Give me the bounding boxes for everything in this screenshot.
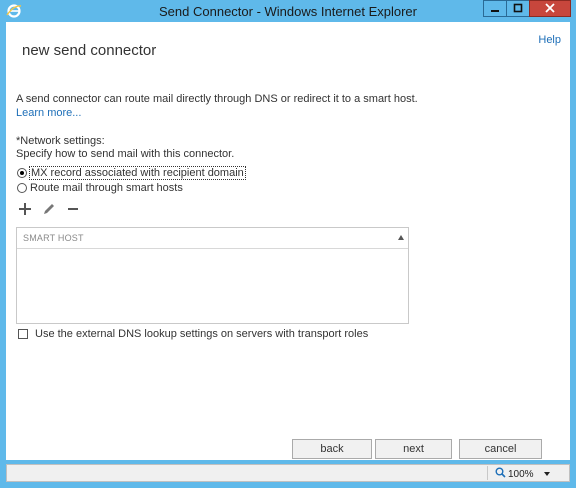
zoom-level: 100% <box>508 468 534 480</box>
smart-host-label: Route mail through smart hosts <box>30 182 183 194</box>
cancel-button[interactable]: cancel <box>459 439 542 459</box>
description-text: A send connector can route mail directly… <box>16 93 418 105</box>
next-button[interactable]: next <box>375 439 452 459</box>
edit-icon[interactable] <box>42 202 56 216</box>
maximize-icon <box>513 0 523 18</box>
add-icon[interactable] <box>18 202 32 216</box>
smart-host-column-header[interactable]: SMART HOST <box>23 233 84 243</box>
network-settings-label: *Network settings: <box>16 135 105 147</box>
chevron-down-icon[interactable] <box>544 472 550 476</box>
help-link[interactable]: Help <box>538 34 561 46</box>
mx-record-radio[interactable] <box>17 168 27 178</box>
status-bar: 100% <box>6 464 570 482</box>
external-dns-label: Use the external DNS lookup settings on … <box>35 328 369 340</box>
zoom-control[interactable]: 100% <box>495 467 534 481</box>
smart-host-radio[interactable] <box>17 183 27 193</box>
title-bar: Send Connector - Windows Internet Explor… <box>0 0 576 22</box>
description: A send connector can route mail directly… <box>16 92 436 120</box>
close-button[interactable] <box>529 0 571 17</box>
external-dns-checkbox[interactable] <box>18 329 28 339</box>
back-button[interactable]: back <box>292 439 372 459</box>
status-divider <box>487 466 488 480</box>
dialog-content: new send connector Help A send connector… <box>6 22 570 460</box>
close-icon <box>545 0 555 18</box>
mx-record-option[interactable]: MX record associated with recipient doma… <box>17 166 246 180</box>
smart-host-grid[interactable]: SMART HOST <box>16 227 409 324</box>
minimize-button[interactable] <box>483 0 507 17</box>
remove-icon[interactable] <box>66 202 80 216</box>
maximize-button[interactable] <box>506 0 530 17</box>
zoom-icon <box>495 467 506 481</box>
network-settings-sublabel: Specify how to send mail with this conne… <box>16 148 235 160</box>
minimize-icon <box>490 0 500 18</box>
mx-record-label: MX record associated with recipient doma… <box>29 166 246 180</box>
smart-host-toolbar <box>18 202 80 216</box>
learn-more-link[interactable]: Learn more... <box>16 107 81 119</box>
sort-ascending-icon[interactable] <box>398 235 404 240</box>
smart-host-option[interactable]: Route mail through smart hosts <box>17 182 183 194</box>
ie-window: Send Connector - Windows Internet Explor… <box>0 0 576 488</box>
page-title: new send connector <box>22 42 157 59</box>
external-dns-option[interactable]: Use the external DNS lookup settings on … <box>18 328 368 340</box>
grid-header[interactable]: SMART HOST <box>17 228 408 249</box>
